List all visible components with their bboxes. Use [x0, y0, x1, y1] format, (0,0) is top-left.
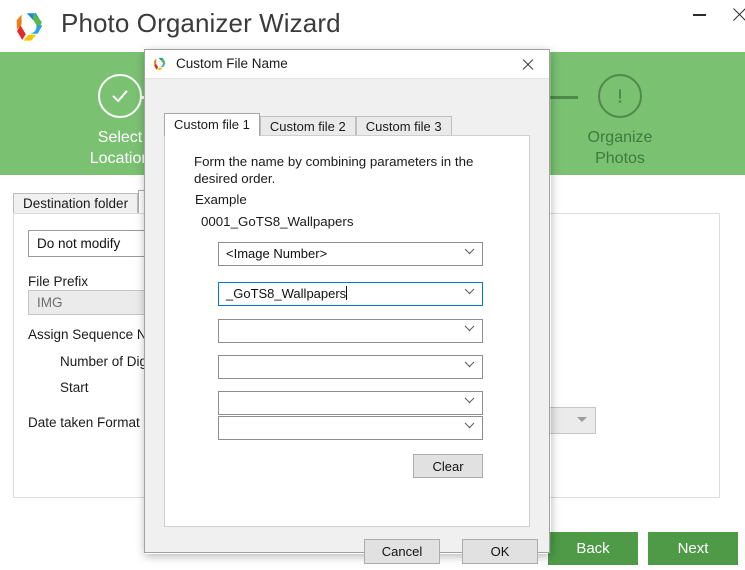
chevron-down-icon [464, 250, 473, 259]
close-icon[interactable] [716, 0, 745, 30]
parameter-combo-1[interactable]: <Image Number> [218, 242, 483, 266]
cancel-button[interactable]: Cancel [364, 539, 440, 564]
assign-sequence-label: Assign Sequence No. [28, 327, 158, 342]
start-label: Start [60, 380, 89, 395]
parameter-combo-1-value: <Image Number> [226, 246, 328, 261]
wizard-step-1-line2: Location [89, 150, 151, 167]
back-button[interactable]: Back [548, 532, 638, 565]
modify-mode-value: Do not modify [37, 236, 121, 251]
chevron-down-icon [464, 424, 473, 433]
chevron-down-icon [464, 399, 473, 408]
ok-button[interactable]: OK [462, 539, 538, 564]
parameter-combo-3[interactable] [218, 319, 483, 343]
dialog-description: Form the name by combining parameters in… [194, 154, 474, 186]
dialog-tabstrip: Custom file 1 Custom file 2 Custom file … [164, 113, 452, 136]
next-button[interactable]: Next [648, 532, 738, 565]
application-window: Photo Organizer Wizard Select Location O… [0, 0, 745, 570]
chevron-down-icon [464, 327, 473, 336]
clear-button[interactable]: Clear [413, 454, 483, 478]
parameter-combo-4[interactable] [218, 355, 483, 379]
text-caret [346, 286, 348, 300]
tab-destination-folder[interactable]: Destination folder [13, 193, 139, 214]
app-hexagon-logo-icon [152, 56, 168, 72]
main-titlebar: Photo Organizer Wizard [0, 0, 745, 52]
parameter-combo-2-value: _GoTS8_Wallpapers [226, 286, 347, 301]
wizard-step-3-label: Organize Photos [545, 127, 695, 169]
tab-custom-file-1[interactable]: Custom file 1 [164, 113, 260, 136]
parameter-combo-2[interactable]: _GoTS8_Wallpapers [218, 282, 483, 306]
file-prefix-label: File Prefix [28, 274, 89, 289]
app-hexagon-logo-icon [12, 9, 48, 45]
wizard-step-organize-photos[interactable]: Organize Photos [545, 74, 695, 169]
example-label: Example [195, 192, 247, 207]
check-circle-icon [98, 74, 142, 118]
app-title: Photo Organizer Wizard [61, 8, 341, 38]
tab-custom-file-3[interactable]: Custom file 3 [355, 116, 452, 136]
dialog-title: Custom File Name [176, 56, 288, 71]
wizard-step-3-line1: Organize [587, 129, 653, 146]
chevron-down-icon [577, 417, 587, 422]
wizard-step-1-line1: Select [97, 129, 143, 146]
close-icon[interactable] [505, 50, 549, 78]
chevron-down-icon [464, 363, 473, 372]
wizard-step-3-line2: Photos [595, 150, 645, 167]
date-taken-format-label: Date taken Format [28, 415, 140, 430]
parameter-combo-5[interactable] [218, 391, 483, 415]
dialog-titlebar: Custom File Name [145, 50, 549, 79]
parameter-combo-6[interactable] [218, 416, 483, 440]
custom-file-name-dialog: Custom File Name Custom file 1 Custom fi… [144, 49, 550, 564]
example-value: 0001_GoTS8_Wallpapers [201, 214, 354, 229]
tab-custom-file-2[interactable]: Custom file 2 [259, 116, 356, 136]
chevron-down-icon [464, 290, 473, 299]
number-of-digits-label: Number of Digi [60, 354, 151, 369]
exclamation-circle-icon [598, 74, 642, 118]
